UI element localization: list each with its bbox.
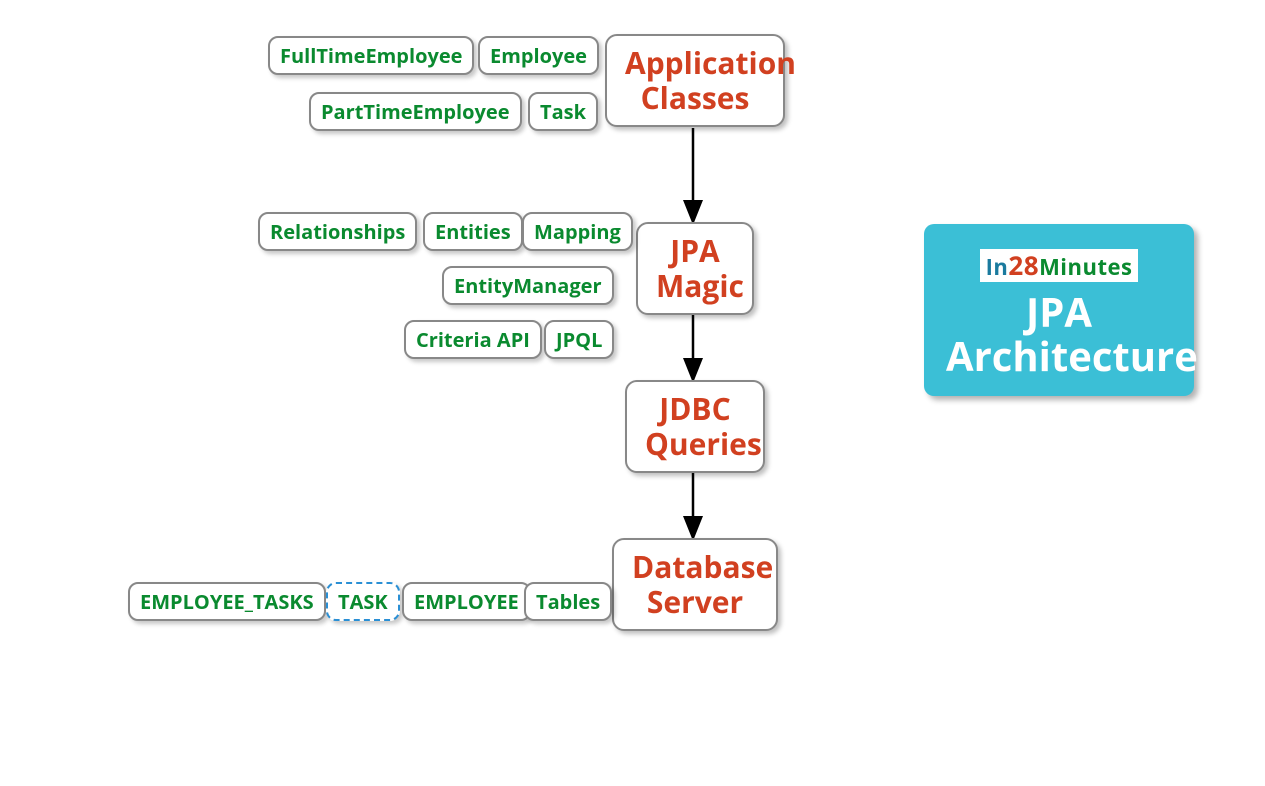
leaf-employee-table[interactable]: EMPLOYEE (402, 582, 531, 621)
leaf-employee[interactable]: Employee (478, 36, 599, 75)
node-database-server[interactable]: Database Server (612, 538, 778, 631)
leaf-jpql[interactable]: JPQL (544, 320, 614, 359)
leaf-criteria-api[interactable]: Criteria API (404, 320, 542, 359)
leaf-entitymanager[interactable]: EntityManager (442, 266, 614, 305)
leaf-task-table[interactable]: TASK (326, 582, 400, 621)
title-card: In28Minutes JPA Architecture (924, 224, 1194, 396)
logo-part-28: 28 (1008, 247, 1039, 283)
node-label-line2: Magic (656, 265, 744, 306)
leaf-label: JPQL (556, 326, 602, 353)
leaf-label: TASK (338, 588, 388, 615)
leaf-label: Relationships (270, 218, 405, 245)
leaf-label: Entities (435, 218, 511, 245)
node-label-line2: Classes (641, 77, 750, 118)
leaf-label: Mapping (534, 218, 621, 245)
title-line2: Architecture (946, 328, 1198, 383)
leaf-task[interactable]: Task (528, 92, 598, 131)
leaf-label: Task (540, 98, 586, 125)
leaf-tables[interactable]: Tables (524, 582, 612, 621)
node-label-line2: Server (647, 581, 743, 622)
leaf-mapping[interactable]: Mapping (522, 212, 633, 251)
leaf-label: EntityManager (454, 272, 602, 299)
leaf-label: PartTimeEmployee (321, 98, 510, 125)
node-jpa-magic[interactable]: JPA Magic (636, 222, 754, 315)
leaf-relationships[interactable]: Relationships (258, 212, 417, 251)
leaf-entities[interactable]: Entities (423, 212, 523, 251)
leaf-parttimeemployee[interactable]: PartTimeEmployee (309, 92, 522, 131)
leaf-label: Employee (490, 42, 587, 69)
logo-part-minutes: Minutes (1039, 252, 1132, 282)
leaf-fulltimeemployee[interactable]: FullTimeEmployee (268, 36, 474, 75)
leaf-label: EMPLOYEE (414, 588, 519, 615)
node-jdbc-queries[interactable]: JDBC Queries (625, 380, 765, 473)
logo-part-in: In (986, 252, 1009, 282)
node-label-line2: Queries (645, 423, 762, 464)
leaf-employee-tasks-table[interactable]: EMPLOYEE_TASKS (128, 582, 326, 621)
node-application-classes[interactable]: Application Classes (605, 34, 785, 127)
leaf-label: FullTimeEmployee (280, 42, 462, 69)
leaf-label: Criteria API (416, 326, 530, 353)
logo-in28minutes: In28Minutes (980, 249, 1139, 282)
leaf-label: Tables (536, 588, 600, 615)
leaf-label: EMPLOYEE_TASKS (140, 588, 314, 615)
